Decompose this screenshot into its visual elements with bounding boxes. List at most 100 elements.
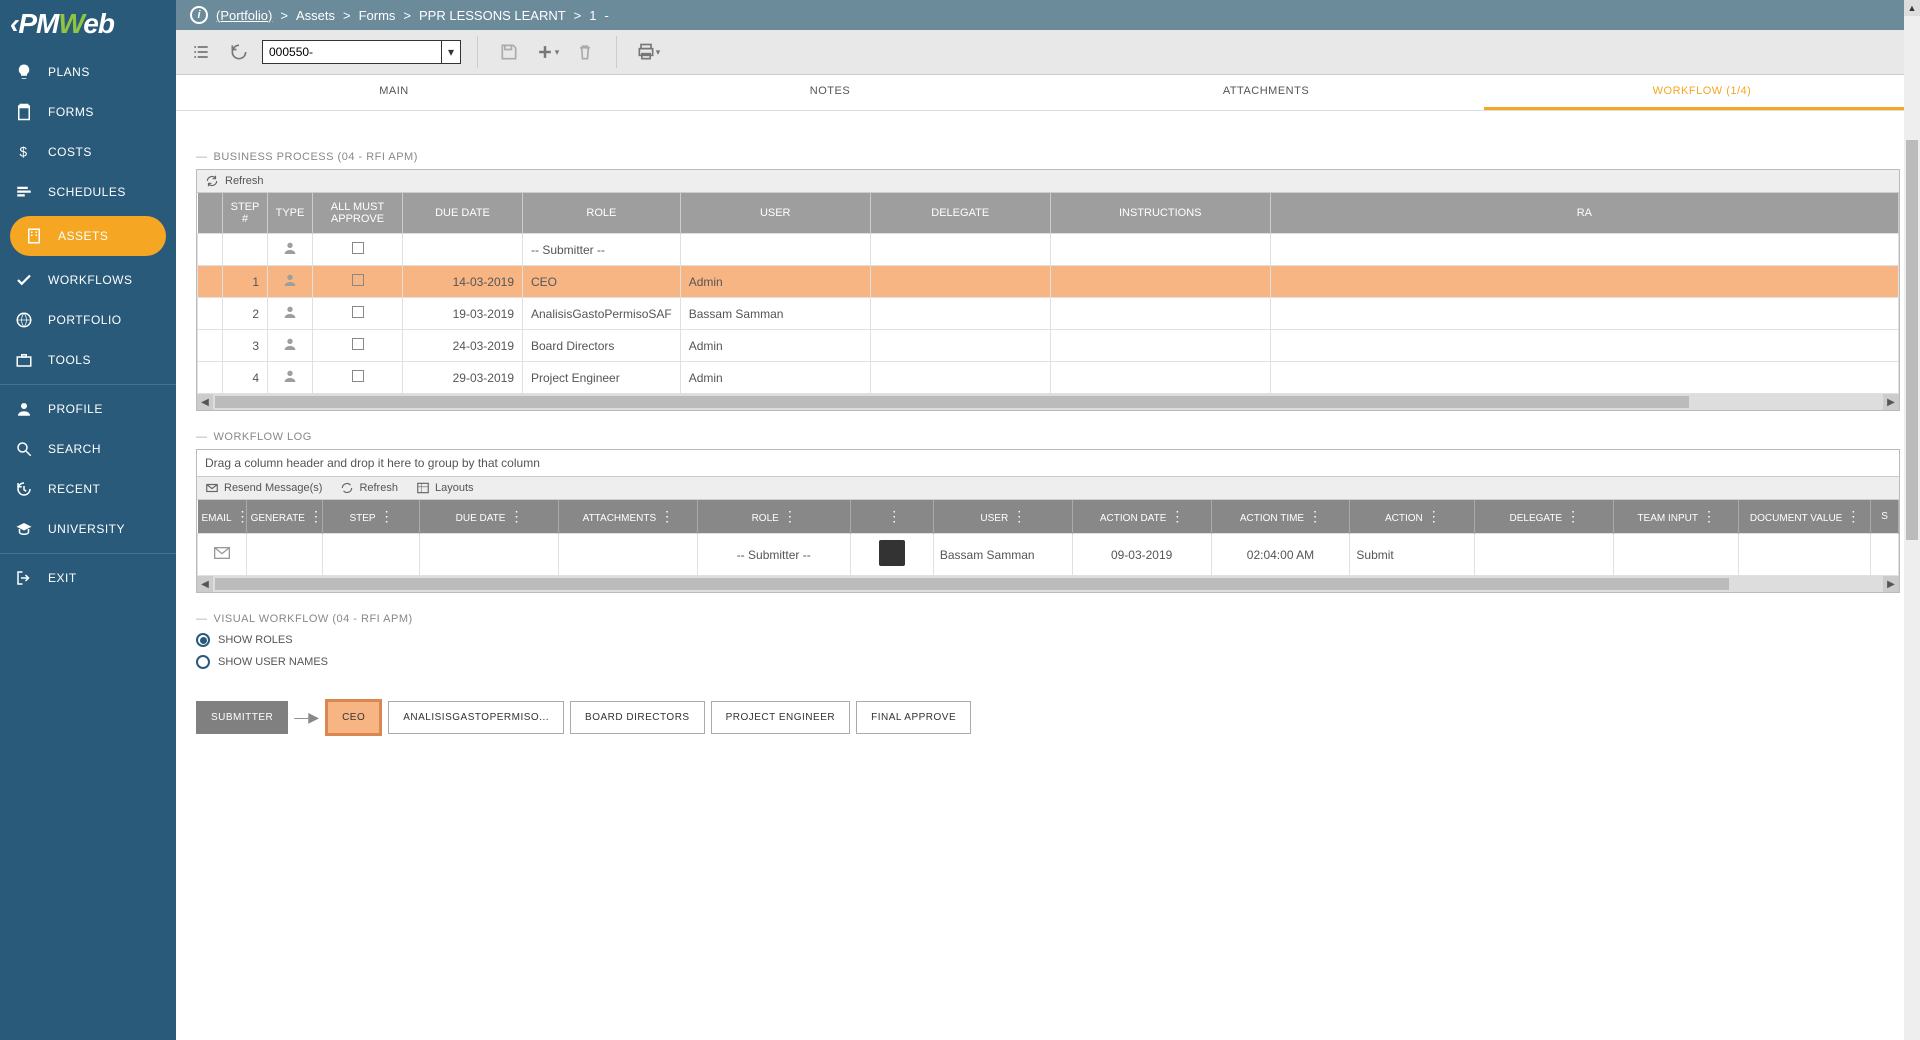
sidebar: ‹PMWeb PLANS FORMS $COSTS SCHEDULES ASSE… (0, 0, 176, 1040)
search-icon (14, 439, 34, 459)
col-ra[interactable]: RA (1270, 193, 1898, 234)
save-icon[interactable] (494, 37, 524, 67)
wl-layouts[interactable]: Layouts (416, 481, 474, 495)
sidebar-item-university[interactable]: UNIVERSITY (0, 509, 176, 549)
checkbox[interactable] (352, 242, 364, 254)
radio-show-users[interactable]: SHOW USER NAMES (196, 655, 1900, 669)
sidebar-item-workflows[interactable]: WORKFLOWS (0, 260, 176, 300)
col-role[interactable]: ROLE⋮ (697, 500, 850, 534)
col-team[interactable]: TEAM INPUT⋮ (1614, 500, 1739, 534)
checkbox[interactable] (352, 306, 364, 318)
tab-attachments[interactable]: ATTACHMENTS (1048, 75, 1484, 110)
checkbox[interactable] (352, 338, 364, 350)
radio-icon (196, 633, 210, 647)
wl-group-hint[interactable]: Drag a column header and drop it here to… (197, 450, 1899, 477)
content: BUSINESS PROCESS (04 - RFI APM) Refresh … (176, 111, 1920, 1040)
checkbox[interactable] (352, 370, 364, 382)
bp-hscroll[interactable]: ◀▶ (197, 394, 1899, 410)
sidebar-item-search[interactable]: SEARCH (0, 429, 176, 469)
logo: ‹PMWeb (0, 0, 176, 52)
flow-board[interactable]: BOARD DIRECTORS (570, 701, 705, 734)
sidebar-item-schedules[interactable]: SCHEDULES (0, 172, 176, 212)
col-attach[interactable]: ATTACHMENTS⋮ (558, 500, 697, 534)
table-row[interactable]: -- Submitter -- (198, 234, 1899, 266)
bp-refresh-label[interactable]: Refresh (225, 175, 264, 187)
col-step[interactable]: STEP⋮ (322, 500, 419, 534)
globe-icon (14, 310, 34, 330)
col-due[interactable]: DUE DATE⋮ (420, 500, 559, 534)
flow-ceo[interactable]: CEO (325, 699, 382, 736)
col-s[interactable]: S (1871, 500, 1899, 534)
radio-show-roles[interactable]: SHOW ROLES (196, 633, 1900, 647)
svg-text:$: $ (20, 145, 28, 160)
wl-resend[interactable]: Resend Message(s) (205, 481, 322, 495)
sidebar-item-portfolio[interactable]: PORTFOLIO (0, 300, 176, 340)
record-input[interactable] (262, 40, 442, 64)
chevron-down-icon[interactable]: ▾ (442, 40, 461, 64)
breadcrumb-forms[interactable]: Forms (359, 8, 396, 23)
flow-analisis[interactable]: ANALISISGASTOPERMISO... (388, 701, 564, 734)
record-selector[interactable]: ▾ (262, 40, 461, 64)
sidebar-item-recent[interactable]: RECENT (0, 469, 176, 509)
breadcrumb-type[interactable]: PPR LESSONS LEARNT (419, 8, 566, 23)
col-due[interactable]: DUE DATE (403, 193, 523, 234)
refresh-icon[interactable] (205, 174, 219, 188)
col-user[interactable]: USER (680, 193, 870, 234)
avatar (879, 540, 905, 566)
sidebar-item-exit[interactable]: EXIT (0, 558, 176, 598)
checkbox[interactable] (352, 274, 364, 286)
add-icon[interactable]: ▾ (532, 37, 562, 67)
delete-icon[interactable] (570, 37, 600, 67)
sidebar-item-profile[interactable]: PROFILE (0, 389, 176, 429)
flow-proj[interactable]: PROJECT ENGINEER (711, 701, 851, 734)
flow-submitter[interactable]: SUBMITTER (196, 701, 288, 734)
list-icon[interactable] (186, 37, 216, 67)
breadcrumb-assets[interactable]: Assets (296, 8, 335, 23)
table-row[interactable]: 429-03-2019Project EngineerAdmin (198, 362, 1899, 394)
col-doc[interactable]: DOCUMENT VALUE⋮ (1739, 500, 1871, 534)
col-step[interactable]: STEP # (223, 193, 268, 234)
sidebar-item-label: SCHEDULES (48, 185, 126, 199)
sidebar-item-plans[interactable]: PLANS (0, 52, 176, 92)
tab-main[interactable]: MAIN (176, 75, 612, 110)
exit-icon (14, 568, 34, 588)
flow-final[interactable]: FINAL APPROVE (856, 701, 971, 734)
table-row[interactable]: 219-03-2019AnalisisGastoPermisoSAFBassam… (198, 298, 1899, 330)
sidebar-item-label: TOOLS (48, 353, 91, 367)
col-role[interactable]: ROLE (523, 193, 681, 234)
breadcrumb-num[interactable]: 1 (589, 8, 596, 23)
col-generate[interactable]: GENERATE⋮ (246, 500, 322, 534)
tab-notes[interactable]: NOTES (612, 75, 1048, 110)
col-user[interactable]: USER⋮ (933, 500, 1072, 534)
right-scrollbar[interactable]: ▲ (1904, 0, 1920, 1040)
info-icon[interactable]: i (190, 6, 208, 24)
print-icon[interactable]: ▾ (633, 37, 663, 67)
wl-row[interactable]: -- Submitter -- Bassam Samman 09-03-2019… (198, 534, 1899, 576)
sidebar-item-forms[interactable]: FORMS (0, 92, 176, 132)
email-icon[interactable] (198, 534, 247, 576)
history-icon[interactable] (224, 37, 254, 67)
person-icon (282, 373, 298, 387)
table-row[interactable]: 324-03-2019Board DirectorsAdmin (198, 330, 1899, 362)
col-type[interactable]: TYPE (268, 193, 313, 234)
col-instructions[interactable]: INSTRUCTIONS (1050, 193, 1270, 234)
col-img[interactable]: ⋮ (850, 500, 933, 534)
wl-role: -- Submitter -- (697, 534, 850, 576)
col-action[interactable]: ACTION⋮ (1350, 500, 1475, 534)
col-delegate[interactable]: DELEGATE (870, 193, 1050, 234)
sidebar-item-tools[interactable]: TOOLS (0, 340, 176, 380)
tabs: MAIN NOTES ATTACHMENTS WORKFLOW (1/4) (176, 75, 1920, 111)
col-delegate[interactable]: DELEGATE⋮ (1475, 500, 1614, 534)
wl-hscroll[interactable]: ◀▶ (197, 576, 1899, 592)
breadcrumb-portfolio[interactable]: (Portfolio) (216, 8, 272, 23)
col-actiondate[interactable]: ACTION DATE⋮ (1072, 500, 1211, 534)
table-row[interactable]: 114-03-2019CEOAdmin (198, 266, 1899, 298)
wl-refresh[interactable]: Refresh (340, 481, 398, 495)
col-email[interactable]: EMAIL⋮ (198, 500, 247, 534)
tab-workflow[interactable]: WORKFLOW (1/4) (1484, 75, 1920, 110)
grad-icon (14, 519, 34, 539)
col-allmust[interactable]: ALL MUST APPROVE (313, 193, 403, 234)
col-actiontime[interactable]: ACTION TIME⋮ (1211, 500, 1350, 534)
sidebar-item-assets[interactable]: ASSETS (10, 216, 166, 256)
sidebar-item-costs[interactable]: $COSTS (0, 132, 176, 172)
